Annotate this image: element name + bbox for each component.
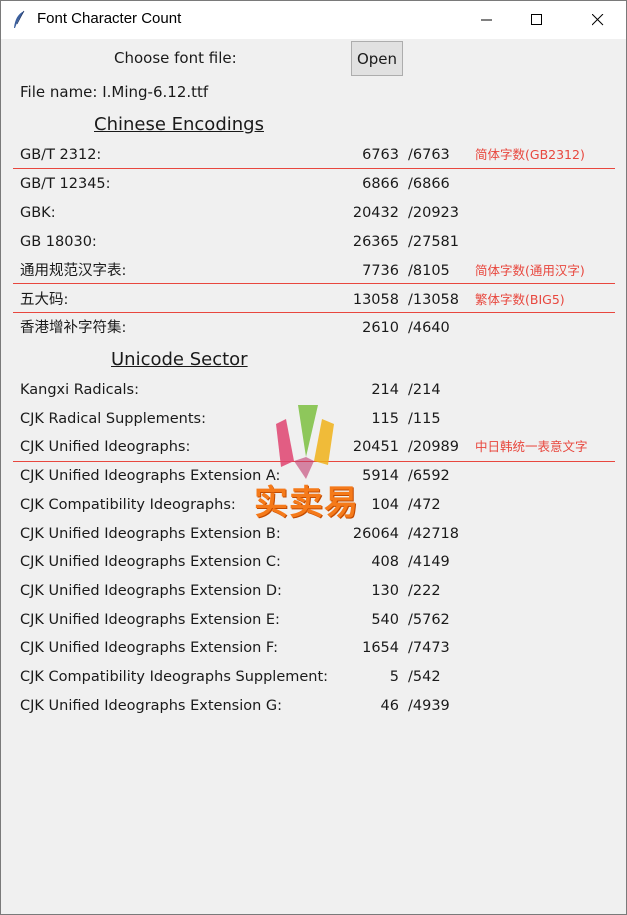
row-total: /7473	[408, 640, 450, 657]
row-label: CJK Unified Ideographs Extension C:	[20, 554, 281, 571]
row-label: GB/T 12345:	[20, 175, 111, 192]
row-count: 6866	[362, 175, 399, 192]
row-count: 540	[371, 611, 399, 628]
row-label: CJK Unified Ideographs:	[20, 439, 191, 456]
separator-line	[13, 312, 615, 313]
row-label: GBK:	[20, 204, 56, 221]
row-total: /20923	[408, 204, 460, 221]
open-button[interactable]: Open	[351, 41, 403, 76]
row-count: 26064	[352, 525, 399, 542]
separator-line	[13, 168, 615, 169]
minimize-button[interactable]	[464, 1, 510, 39]
file-name-label: File name: I.Ming-6.12.ttf	[20, 83, 209, 101]
unicode-sector-heading: Unicode Sector	[111, 349, 248, 370]
watermark-logo: 实卖易	[246, 399, 366, 523]
row-count: 13058	[352, 291, 399, 308]
app-window: Font Character Count Choose font file: O…	[0, 0, 627, 915]
row-note: 繁体字数(BIG5)	[475, 291, 565, 307]
row-label: CJK Unified Ideographs Extension B:	[20, 525, 281, 542]
row-total: /4640	[408, 320, 450, 337]
row-count: 408	[371, 554, 399, 571]
row-label: Kangxi Radicals:	[20, 382, 139, 398]
row-count: 214	[371, 382, 399, 398]
row-label: GB 18030:	[20, 233, 97, 250]
row-total: /42718	[408, 525, 460, 542]
row-label: CJK Unified Ideographs Extension D:	[20, 582, 282, 599]
row-count: 1654	[362, 640, 399, 657]
row-label: CJK Compatibility Ideographs:	[20, 496, 236, 513]
window-title: Font Character Count	[37, 10, 182, 27]
row-total: /115	[408, 410, 441, 427]
close-button[interactable]	[575, 1, 621, 39]
row-total: /472	[408, 496, 441, 513]
minimize-icon	[481, 19, 492, 21]
row-total: /6866	[408, 175, 450, 192]
row-label: 五大码:	[20, 291, 69, 308]
row-total: /27581	[408, 233, 460, 250]
maximize-button[interactable]	[514, 1, 560, 39]
separator-line	[13, 283, 615, 284]
row-label: 通用规范汉字表:	[20, 262, 127, 279]
row-label: GB/T 2312:	[20, 147, 102, 163]
row-total: /8105	[408, 262, 450, 279]
row-total: /4939	[408, 697, 450, 714]
row-count: 130	[371, 582, 399, 599]
row-count: 20432	[352, 204, 399, 221]
row-total: /542	[408, 669, 441, 685]
row-label: CJK Unified Ideographs Extension F:	[20, 640, 278, 657]
row-total: /4149	[408, 554, 450, 571]
row-total: /6592	[408, 468, 450, 485]
row-count: 46	[380, 697, 399, 714]
row-count: 5	[389, 669, 399, 685]
title-bar[interactable]: Font Character Count	[1, 1, 626, 39]
row-total: /20989	[408, 439, 460, 456]
row-total: /13058	[408, 291, 460, 308]
watermark-text: 实卖易	[254, 483, 359, 523]
chinese-encodings-heading: Chinese Encodings	[94, 114, 264, 135]
choose-font-label: Choose font file:	[114, 49, 237, 67]
row-count: 6763	[362, 147, 399, 163]
row-note: 简体字数(通用汉字)	[475, 262, 585, 278]
row-total: /5762	[408, 611, 450, 628]
row-note: 中日韩统一表意文字	[475, 439, 588, 455]
row-count: 2610	[362, 320, 399, 337]
row-label: CJK Unified Ideographs Extension G:	[20, 697, 283, 714]
row-label: CJK Unified Ideographs Extension E:	[20, 611, 280, 628]
row-total: /222	[408, 582, 441, 599]
row-total: /6763	[408, 147, 450, 163]
row-count: 26365	[352, 233, 399, 250]
row-label: CJK Unified Ideographs Extension A:	[20, 468, 281, 485]
feather-icon	[14, 10, 25, 28]
row-note: 简体字数(GB2312)	[475, 147, 585, 162]
close-icon	[592, 14, 604, 26]
row-label: CJK Compatibility Ideographs Supplement:	[20, 669, 329, 685]
maximize-icon	[531, 14, 542, 25]
row-total: /214	[408, 382, 441, 398]
row-label: CJK Radical Supplements:	[20, 410, 207, 427]
row-count: 7736	[362, 262, 399, 279]
row-label: 香港增补字符集:	[20, 320, 127, 337]
